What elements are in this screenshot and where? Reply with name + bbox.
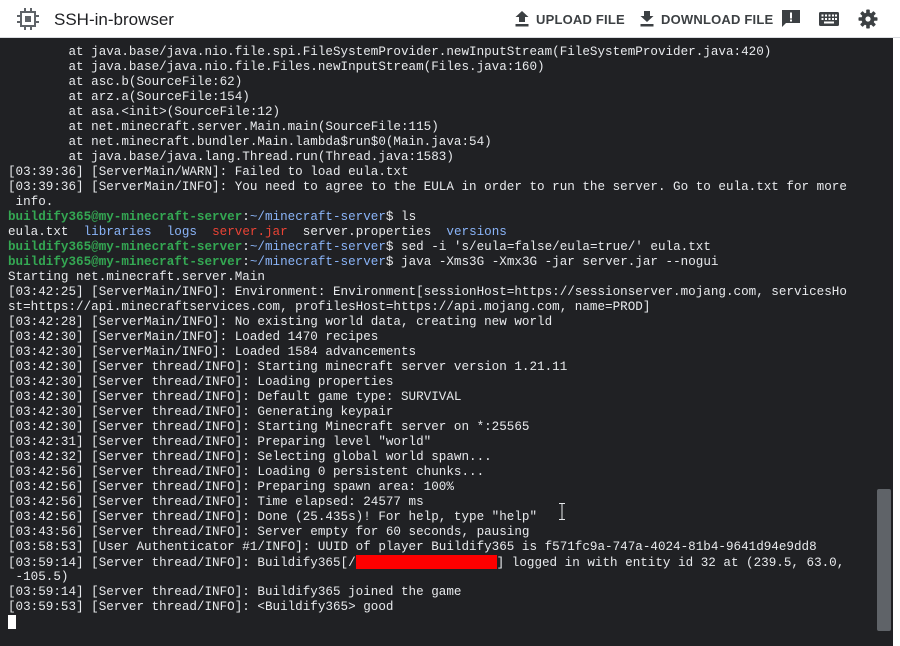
ls-entry: logs bbox=[166, 225, 197, 239]
terminal-line: [03:42:56] [Server thread/INFO]: Time el… bbox=[8, 495, 424, 509]
terminal[interactable]: at java.base/java.nio.file.spi.FileSyste… bbox=[0, 38, 893, 646]
upload-file-button[interactable]: UPLOAD FILE bbox=[515, 6, 625, 32]
terminal-line: [03:42:30] [Server thread/INFO]: Startin… bbox=[8, 420, 530, 434]
terminal-line: [03:42:25] [ServerMain/INFO]: Environmen… bbox=[8, 285, 847, 299]
prompt-path: ~/minecraft-server bbox=[249, 210, 386, 224]
terminal-line: [03:42:30] [Server thread/INFO]: Loading… bbox=[8, 375, 394, 389]
terminal-line: [03:58:53] [User Authenticator #1/INFO]:… bbox=[8, 540, 817, 554]
prompt-colon: : bbox=[242, 240, 250, 254]
terminal-line: buildify365@my-minecraft-server:~/minecr… bbox=[8, 255, 847, 270]
top-bar: SSH-in-browser UPLOAD FILE DOWNLOAD FILE bbox=[0, 0, 900, 38]
terminal-line: at java.base/java.nio.file.spi.FileSyste… bbox=[8, 45, 772, 59]
terminal-line: [03:59:53] [Server thread/INFO]: <Buildi… bbox=[8, 600, 394, 614]
terminal-line: [03:42:30] [Server thread/INFO]: Startin… bbox=[8, 360, 568, 374]
prompt-colon: : bbox=[242, 255, 250, 269]
chip-logo-icon bbox=[17, 8, 39, 30]
terminal-line: at asc.b(SourceFile:62) bbox=[8, 75, 243, 89]
upload-file-label: UPLOAD FILE bbox=[536, 11, 625, 27]
prompt-userhost: buildify365@my-minecraft-server bbox=[8, 240, 243, 254]
ls-entry: eula.txt bbox=[8, 225, 84, 239]
terminal-line: Starting net.minecraft.server.Main bbox=[8, 270, 265, 284]
terminal-line: [03:42:28] [ServerMain/INFO]: No existin… bbox=[8, 315, 553, 329]
upload-icon bbox=[515, 11, 529, 27]
terminal-line: at net.minecraft.server.Main.main(Source… bbox=[8, 120, 439, 134]
terminal-line: -105.5) bbox=[8, 570, 69, 584]
terminal-line: [03:39:36] [ServerMain/INFO]: You need t… bbox=[8, 180, 847, 194]
ls-entry bbox=[152, 225, 167, 239]
prompt-userhost: buildify365@my-minecraft-server bbox=[8, 210, 243, 224]
terminal-line: eula.txt libraries logs server.jar serve… bbox=[8, 225, 847, 240]
ls-entry: versions bbox=[446, 225, 507, 239]
app-title: SSH-in-browser bbox=[54, 10, 174, 29]
terminal-line: [03:42:30] [ServerMain/INFO]: Loaded 147… bbox=[8, 330, 379, 344]
terminal-cursor bbox=[8, 615, 16, 629]
settings-icon[interactable] bbox=[857, 9, 879, 29]
ls-entry bbox=[197, 225, 212, 239]
terminal-line: at java.base/java.lang.Thread.run(Thread… bbox=[8, 150, 454, 164]
terminal-line: [03:42:30] [Server thread/INFO]: Default… bbox=[8, 390, 462, 404]
terminal-line: at net.minecraft.bundler.Main.lambda$run… bbox=[8, 135, 492, 149]
terminal-scrollbar[interactable] bbox=[877, 489, 891, 631]
terminal-line: [03:39:36] [ServerMain/WARN]: Failed to … bbox=[8, 165, 409, 179]
terminal-line: st=https://api.minecraftservices.com, pr… bbox=[8, 300, 651, 314]
terminal-line: [03:59:14] [Server thread/INFO]: Buildif… bbox=[8, 585, 462, 599]
terminal-line: [03:42:31] [Server thread/INFO]: Prepari… bbox=[8, 435, 432, 449]
feedback-icon[interactable] bbox=[780, 9, 802, 29]
ls-entry: server.properties bbox=[287, 225, 447, 239]
terminal-line: [03:42:56] [Server thread/INFO]: Done (2… bbox=[8, 510, 538, 524]
terminal-line: [03:42:30] [ServerMain/INFO]: Loaded 158… bbox=[8, 345, 417, 359]
command-text: sed -i 's/eula=false/eula=true/' eula.tx… bbox=[393, 240, 711, 254]
prompt-path: ~/minecraft-server bbox=[249, 255, 386, 269]
terminal-line: [03:42:56] [Server thread/INFO]: Loading… bbox=[8, 465, 485, 479]
ls-entry: libraries bbox=[83, 225, 152, 239]
terminal-line: [03:42:30] [Server thread/INFO]: Generat… bbox=[8, 405, 394, 419]
terminal-line: [03:42:32] [Server thread/INFO]: Selecti… bbox=[8, 450, 492, 464]
prompt-path: ~/minecraft-server bbox=[249, 240, 386, 254]
download-file-button[interactable]: DOWNLOAD FILE bbox=[640, 6, 773, 32]
terminal-line: [03:43:56] [Server thread/INFO]: Server … bbox=[8, 525, 530, 539]
terminal-line: at java.base/java.nio.file.Files.newInpu… bbox=[8, 60, 545, 74]
prompt-colon: : bbox=[242, 210, 250, 224]
download-icon bbox=[640, 11, 654, 27]
terminal-line: at arz.a(SourceFile:154) bbox=[8, 90, 250, 104]
prompt-userhost: buildify365@my-minecraft-server bbox=[8, 255, 243, 269]
text-cursor-icon bbox=[559, 503, 565, 520]
terminal-output: at java.base/java.nio.file.spi.FileSyste… bbox=[8, 45, 847, 630]
command-text: ls bbox=[393, 210, 417, 224]
terminal-line: buildify365@my-minecraft-server:~/minecr… bbox=[8, 210, 847, 225]
terminal-line: at asa.<init>(SourceFile:12) bbox=[8, 105, 281, 119]
terminal-line: info. bbox=[8, 195, 54, 209]
log-text: ] logged in with entity id 32 at (239.5,… bbox=[496, 556, 845, 570]
command-text: java -Xms3G -Xmx3G -jar server.jar --nog… bbox=[393, 255, 719, 269]
download-file-label: DOWNLOAD FILE bbox=[661, 11, 774, 27]
keyboard-icon[interactable] bbox=[818, 9, 840, 29]
terminal-line: [03:42:56] [Server thread/INFO]: Prepari… bbox=[8, 480, 454, 494]
scroll-track bbox=[893, 38, 900, 646]
ls-entry: server.jar bbox=[212, 225, 288, 239]
log-text: [03:59:14] [Server thread/INFO]: Buildif… bbox=[8, 556, 356, 570]
redacted-ip bbox=[355, 555, 497, 569]
terminal-line bbox=[8, 615, 847, 630]
terminal-line: buildify365@my-minecraft-server:~/minecr… bbox=[8, 240, 847, 255]
terminal-line: [03:59:14] [Server thread/INFO]: Buildif… bbox=[8, 555, 847, 570]
